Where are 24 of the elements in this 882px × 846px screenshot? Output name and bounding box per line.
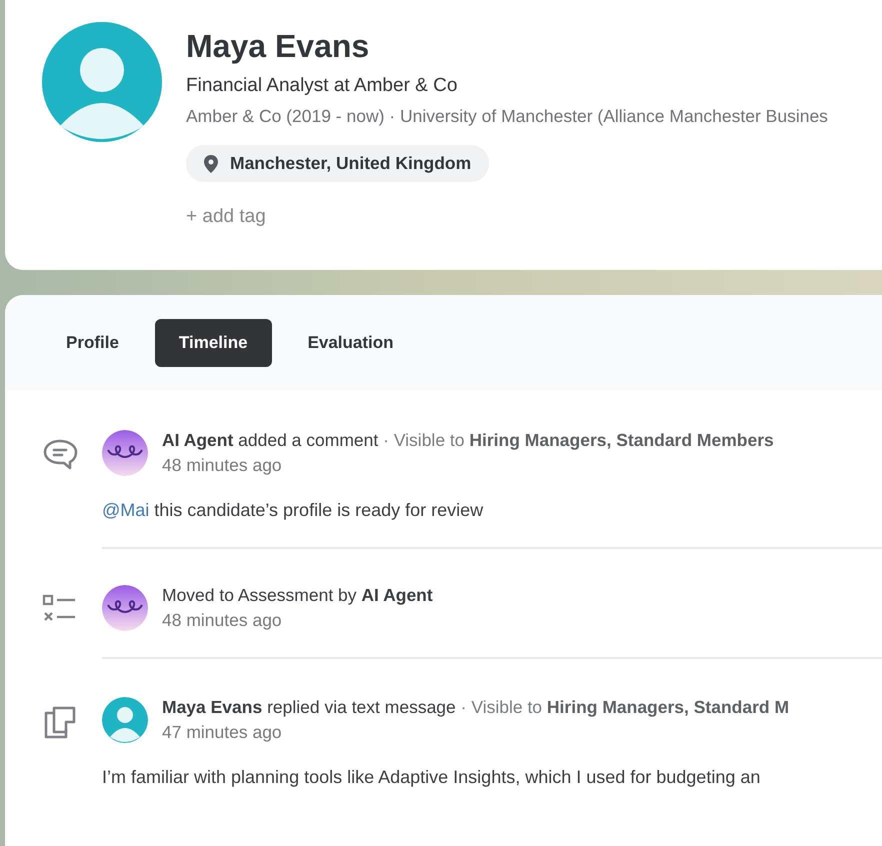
timestamp: 48 minutes ago bbox=[162, 455, 283, 476]
candidate-name: Maya Evans bbox=[186, 28, 370, 65]
agent-avatar bbox=[102, 585, 148, 631]
job-title: Financial Analyst at Amber & Co bbox=[186, 75, 458, 97]
avatar bbox=[102, 697, 148, 743]
add-tag-link[interactable]: + add tag bbox=[186, 206, 266, 228]
tab[interactable]: Profile bbox=[42, 318, 143, 366]
work-history: Amber & Co (2019 - now) · University of Manchester (Alliance Manchester Busines bbox=[186, 106, 828, 127]
checklist-icon bbox=[42, 593, 78, 623]
timestamp: 48 minutes ago bbox=[162, 610, 283, 631]
event-headline: AI Agent added a comment · Visible to Hiring Managers, Standard Members bbox=[162, 430, 774, 451]
mention-link[interactable]: @Mai bbox=[102, 500, 150, 520]
speech-bubble-icon bbox=[42, 438, 78, 470]
agent-avatar bbox=[102, 430, 148, 476]
tab[interactable]: Timeline bbox=[154, 318, 272, 366]
timestamp: 47 minutes ago bbox=[162, 722, 283, 743]
location-pin-icon bbox=[204, 154, 218, 172]
location-text: Manchester, United Kingdom bbox=[230, 153, 472, 174]
event-headline: Moved to Assessment by AI Agent bbox=[162, 585, 433, 606]
event-headline: Maya Evans replied via text message · Visible to Hiring Managers, Standard M bbox=[162, 697, 790, 718]
message-text: @Mai this candidate’s profile is ready for review bbox=[102, 500, 484, 521]
cards-icon bbox=[42, 705, 78, 741]
message-text: I’m familiar with planning tools like Adaptive Insights, which I used for budgeting an bbox=[102, 767, 762, 788]
tab[interactable]: Evaluation bbox=[284, 318, 418, 366]
